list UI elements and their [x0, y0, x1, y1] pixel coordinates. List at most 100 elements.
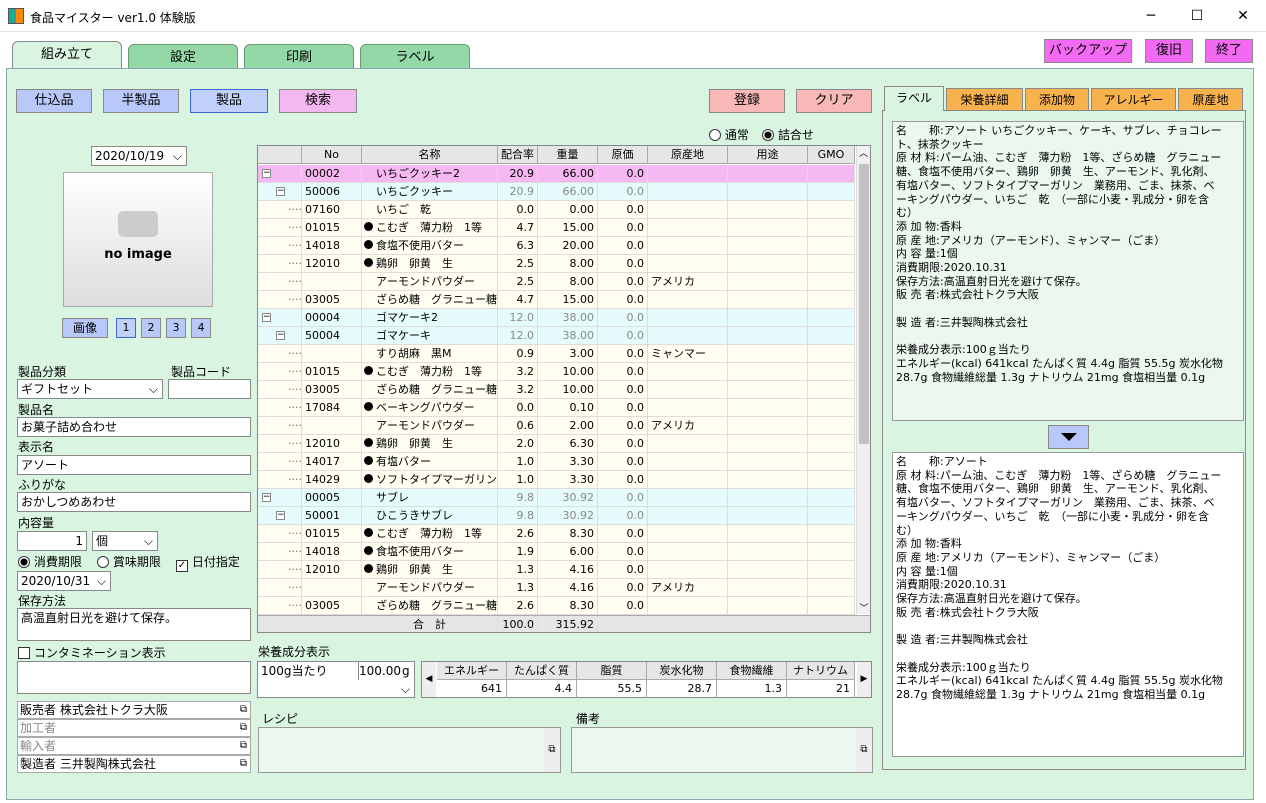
display-input[interactable]: アソート: [17, 455, 251, 475]
date-picker-top[interactable]: 2020/10/19 ⌵: [91, 146, 187, 166]
category-select[interactable]: ギフトセット ⌵: [17, 379, 163, 399]
copy-icon[interactable]: ⧉: [856, 728, 872, 772]
copy-icon[interactable]: ⧉: [544, 728, 560, 772]
table-row[interactable]: ···· 12010 鶏卵 卵黄 生 2.5 8.00 0.0: [258, 255, 855, 273]
table-row[interactable]: ···· 03005 ざらめ糖 グラニュー糖 2.6 8.30 0.0: [258, 597, 855, 615]
table-row[interactable]: ····14029 ソフトタイプマーガリン 業 1.0 3.30 0.0: [258, 471, 855, 489]
tree-toggle-icon[interactable]: −: [276, 511, 285, 520]
image-button[interactable]: 画像: [62, 318, 108, 338]
tree-toggle-icon[interactable]: −: [262, 169, 271, 178]
table-row[interactable]: ···· 07160 いちご 乾 0.0 0.00 0.0: [258, 201, 855, 219]
date-specify-checkbox[interactable]: ✓ 日付指定: [176, 553, 240, 572]
tree-toggle-icon[interactable]: −: [262, 493, 271, 502]
recipe-textarea[interactable]: ⧉: [258, 727, 561, 773]
tab-assemble[interactable]: 組み立て: [12, 41, 122, 70]
radio-pack[interactable]: 詰合せ: [762, 126, 814, 143]
table-row[interactable]: − 50006 いちごクッキー 20.9 66.00 0.0: [258, 183, 855, 201]
table-row[interactable]: ···· 12010 鶏卵 卵黄 生 2.0 6.30 0.0: [258, 435, 855, 453]
tree-toggle-icon[interactable]: −: [276, 331, 285, 340]
table-row[interactable]: ···· すり胡麻 黒M 0.9 3.00 0.0 ミャンマー: [258, 345, 855, 363]
radio-expiry-use[interactable]: 消費期限: [18, 553, 82, 570]
rtab-origin[interactable]: 原産地: [1178, 88, 1243, 110]
radio-normal[interactable]: 通常: [709, 126, 749, 143]
table-row[interactable]: ···· 03005 ざらめ糖 グラニュー糖 4.7 15.00 0.0: [258, 291, 855, 309]
copy-icon[interactable]: ⧉: [240, 702, 247, 718]
table-row[interactable]: ···· アーモンドパウダー 1.3 4.16 0.0 アメリカ: [258, 579, 855, 597]
table-row[interactable]: ···· 14017 有塩バター 1.0 3.30 0.0: [258, 453, 855, 471]
tab-print[interactable]: 印刷: [244, 44, 354, 70]
table-row[interactable]: ···· アーモンドパウダー 0.6 2.00 0.0 アメリカ: [258, 417, 855, 435]
scroll-down-icon[interactable]: ﹀: [857, 601, 870, 614]
notes-textarea[interactable]: ⧉: [571, 727, 873, 773]
content-unit-select[interactable]: 個 ⌵: [92, 531, 158, 551]
image-page-3[interactable]: 3: [166, 318, 186, 338]
copy-icon[interactable]: ⧉: [240, 738, 247, 754]
expiry-date-picker[interactable]: 2020/10/31 ⌵: [17, 571, 111, 591]
name-input[interactable]: お菓子詰め合わせ: [17, 417, 251, 437]
restore-button[interactable]: 復旧: [1145, 39, 1193, 63]
scroll-thumb[interactable]: [859, 164, 869, 444]
image-page-2[interactable]: 2: [141, 318, 161, 338]
label-text-box-1[interactable]: 名 称:アソート いちごクッキー、ケーキ、サブレ、チョコレート、抹茶クッキー 原…: [892, 121, 1244, 421]
table-row[interactable]: ···· 01015 こむぎ 薄力粉 1等 3.2 10.00 0.0: [258, 363, 855, 381]
copy-icon[interactable]: ⧉: [240, 720, 247, 736]
backup-button[interactable]: バックアップ: [1044, 39, 1132, 63]
row-rate-text: 6.3: [516, 239, 535, 252]
label-text-box-2[interactable]: 名 称:アソート 原 材 料:パーム油、こむぎ 薄力粉 1等、ざらめ糖 グラニュ…: [892, 452, 1244, 757]
maker-row[interactable]: 製造者 三井製陶株式会社 ⧉: [17, 755, 251, 773]
image-page-1[interactable]: 1: [116, 318, 136, 338]
table-row[interactable]: ···· 12010 鶏卵 卵黄 生 1.3 4.16 0.0: [258, 561, 855, 579]
scroll-left-icon[interactable]: ◀: [422, 662, 436, 697]
table-row[interactable]: − 00004 ゴマケーキ2 12.0 38.00 0.0: [258, 309, 855, 327]
table-row[interactable]: ···· 14018 食塩不使用バター 1.9 6.00 0.0: [258, 543, 855, 561]
rtab-label[interactable]: ラベル: [884, 86, 944, 111]
scroll-right-icon[interactable]: ▶: [857, 662, 871, 697]
processor-row[interactable]: 加工者 ⧉: [17, 719, 251, 737]
tab-settings[interactable]: 設定: [128, 44, 238, 70]
exit-button[interactable]: 終了: [1205, 39, 1253, 63]
clear-button[interactable]: クリア: [796, 89, 872, 113]
rtab-additives[interactable]: 添加物: [1025, 88, 1089, 110]
contamination-checkbox[interactable]: コンタミネーション表示: [18, 644, 166, 661]
importer-row[interactable]: 輸入者 ⧉: [17, 737, 251, 755]
contamination-textarea[interactable]: [17, 661, 251, 694]
image-page-4[interactable]: 4: [191, 318, 211, 338]
ingredients-grid[interactable]: No 名称 配合率 重量 原価 原産地 用途 GMO − 00002 いちごクッキー…: [257, 145, 871, 633]
rtab-allergy[interactable]: アレルギー: [1091, 88, 1176, 110]
table-row[interactable]: ···· 14018 食塩不使用バター 6.3 20.00 0.0: [258, 237, 855, 255]
furigana-input[interactable]: おかしつめあわせ: [17, 492, 251, 512]
tree-toggle-icon[interactable]: −: [262, 313, 271, 322]
table-row[interactable]: ···· 01015 こむぎ 薄力粉 1等 2.6 8.30 0.0: [258, 525, 855, 543]
tab-label[interactable]: ラベル: [360, 44, 470, 70]
copy-icon[interactable]: ⧉: [240, 756, 247, 772]
tree-toggle-icon[interactable]: −: [276, 187, 285, 196]
table-row[interactable]: − 50004 ゴマケーキ 12.0 38.00 0.0: [258, 327, 855, 345]
table-row[interactable]: ···· 17084 ベーキングパウダー 0.0 0.10 0.0: [258, 399, 855, 417]
nutrition-per-select[interactable]: 100g当たり 100.00 g ⌵: [257, 661, 415, 698]
row-cost-text: 0.0: [626, 347, 645, 360]
copy-down-button[interactable]: [1048, 425, 1089, 449]
scroll-up-icon[interactable]: ︿: [857, 146, 870, 159]
hanseihin-button[interactable]: 半製品: [103, 89, 179, 113]
table-row[interactable]: ···· 01015 こむぎ 薄力粉 1等 4.7 15.00 0.0: [258, 219, 855, 237]
shikomi-button[interactable]: 仕込品: [16, 89, 92, 113]
seihin-button[interactable]: 製品: [190, 89, 268, 113]
table-row[interactable]: − 00005 サブレ 9.8 30.92 0.0: [258, 489, 855, 507]
rtab-nutrition[interactable]: 栄養詳細: [946, 88, 1023, 110]
code-input[interactable]: [168, 379, 251, 399]
maximize-button[interactable]: ☐: [1174, 0, 1220, 32]
seller-row[interactable]: 販売者 株式会社トクラ大阪 ⧉: [17, 701, 251, 719]
product-image[interactable]: no image: [63, 172, 213, 307]
table-row[interactable]: − 50001 ひこうきサブレ 9.8 30.92 0.0: [258, 507, 855, 525]
table-row[interactable]: ···· アーモンドパウダー 2.5 8.00 0.0 アメリカ: [258, 273, 855, 291]
radio-expiry-best[interactable]: 賞味期限: [97, 553, 161, 570]
minimize-button[interactable]: ─: [1128, 0, 1174, 32]
storage-textarea[interactable]: 高温直射日光を避けて保存。: [17, 608, 251, 641]
table-row[interactable]: − 00002 いちごクッキー2 20.9 66.00 0.0: [258, 165, 855, 183]
content-qty-input[interactable]: 1: [17, 531, 87, 551]
table-row[interactable]: ···· 03005 ざらめ糖 グラニュー糖 3.2 10.00 0.0: [258, 381, 855, 399]
close-button[interactable]: ✕: [1220, 0, 1266, 32]
register-button[interactable]: 登録: [709, 89, 785, 113]
search-button[interactable]: 検索: [279, 89, 357, 113]
grid-scrollbar[interactable]: ︿ ﹀: [856, 146, 870, 614]
